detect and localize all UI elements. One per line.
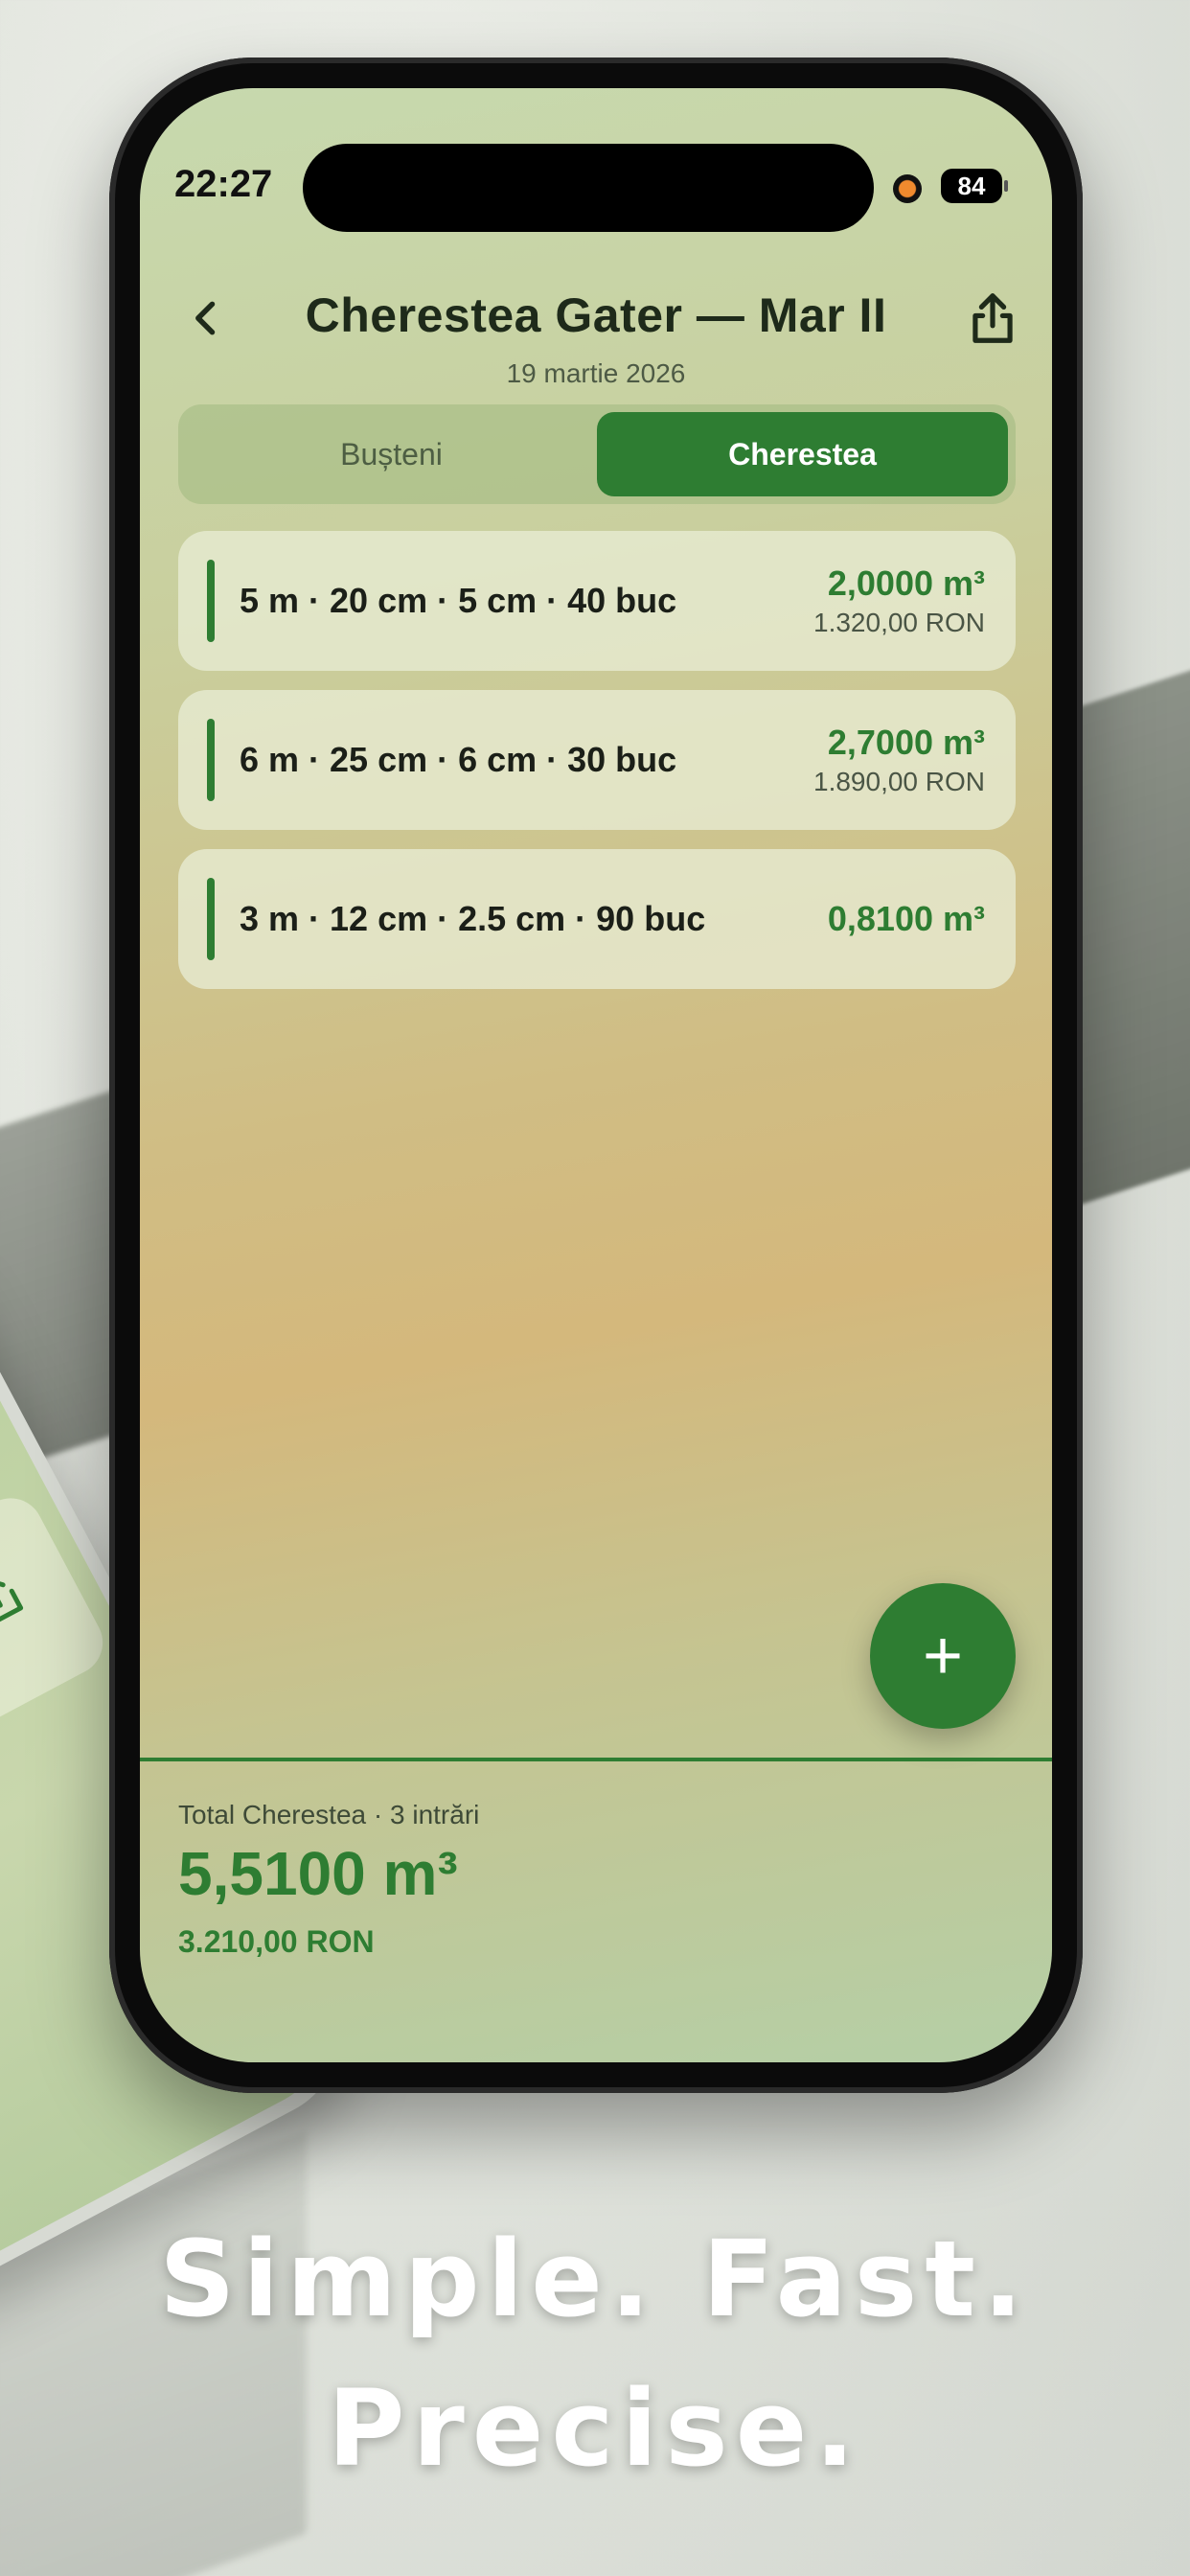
- dynamic-island: [303, 144, 874, 232]
- entry-price: 1.320,00 RON: [813, 608, 985, 637]
- page-title: Cherestea Gater — Mar II: [305, 288, 887, 342]
- summary-footer: Total Cherestea · 3 intrări 5,5100 m³ 3.…: [140, 1758, 1052, 2062]
- app-screen: 22:27 84 Cherestea Gater — Mar II 19 mar…: [140, 88, 1052, 2062]
- status-bar: 22:27 84: [140, 88, 1052, 232]
- entry-dimensions: 3 m · 12 cm · 2.5 cm · 90 buc: [240, 899, 706, 938]
- entry-volume: 2,0000 m³: [827, 564, 985, 603]
- entry-values: 2,7000 m³ 1.890,00 RON: [813, 723, 985, 797]
- summary-caption: Total Cherestea · 3 intrări: [178, 1800, 480, 1829]
- tagline-line-2: Precise.: [327, 2367, 863, 2490]
- entry-dimensions: 6 m · 25 cm · 6 cm · 30 buc: [240, 740, 677, 779]
- segmented-control: Bușteni Cherestea: [178, 404, 1016, 504]
- entry-volume: 0,8100 m³: [827, 899, 985, 938]
- marketing-tagline: Simple. Fast. Precise.: [0, 2204, 1190, 2503]
- navigation-bar: Cherestea Gater — Mar II 19 martie 2026: [140, 270, 1052, 388]
- summary-total-price: 3.210,00 RON: [178, 1924, 375, 1959]
- battery-indicator: 84: [941, 169, 1008, 203]
- list-item[interactable]: 6 m · 25 cm · 6 cm · 30 buc 2,7000 m³ 1.…: [178, 690, 1016, 830]
- plus-icon: +: [922, 1618, 964, 1694]
- tab-busteni[interactable]: Bușteni: [186, 412, 597, 496]
- entry-values: 0,8100 m³: [828, 899, 985, 939]
- entry-accent-bar: [207, 719, 215, 801]
- page-date: 19 martie 2026: [506, 358, 686, 388]
- entries-list: 5 m · 20 cm · 5 cm · 40 buc 2,0000 m³ 1.…: [178, 531, 1016, 1008]
- share-button[interactable]: [958, 284, 1027, 353]
- entry-accent-bar: [207, 878, 215, 960]
- list-item[interactable]: 3 m · 12 cm · 2.5 cm · 90 buc 0,8100 m³: [178, 849, 1016, 989]
- tagline-line-1: Simple. Fast.: [159, 2218, 1031, 2340]
- phone-mockup: 22:27 84 Cherestea Gater — Mar II 19 mar…: [109, 58, 1083, 2093]
- entry-dimensions: 5 m · 20 cm · 5 cm · 40 buc: [240, 581, 677, 620]
- share-icon: [973, 293, 1013, 343]
- status-time: 22:27: [174, 163, 273, 205]
- summary-total-volume: 5,5100 m³: [178, 1839, 458, 1908]
- entry-price: 1.890,00 RON: [813, 767, 985, 796]
- privacy-indicator-icon: [893, 174, 922, 203]
- tab-cherestea[interactable]: Cherestea: [597, 412, 1008, 496]
- add-entry-button[interactable]: +: [870, 1583, 1016, 1729]
- list-item[interactable]: 5 m · 20 cm · 5 cm · 40 buc 2,0000 m³ 1.…: [178, 531, 1016, 671]
- entry-accent-bar: [207, 560, 215, 642]
- entry-volume: 2,7000 m³: [827, 723, 985, 762]
- entry-values: 2,0000 m³ 1.320,00 RON: [813, 564, 985, 638]
